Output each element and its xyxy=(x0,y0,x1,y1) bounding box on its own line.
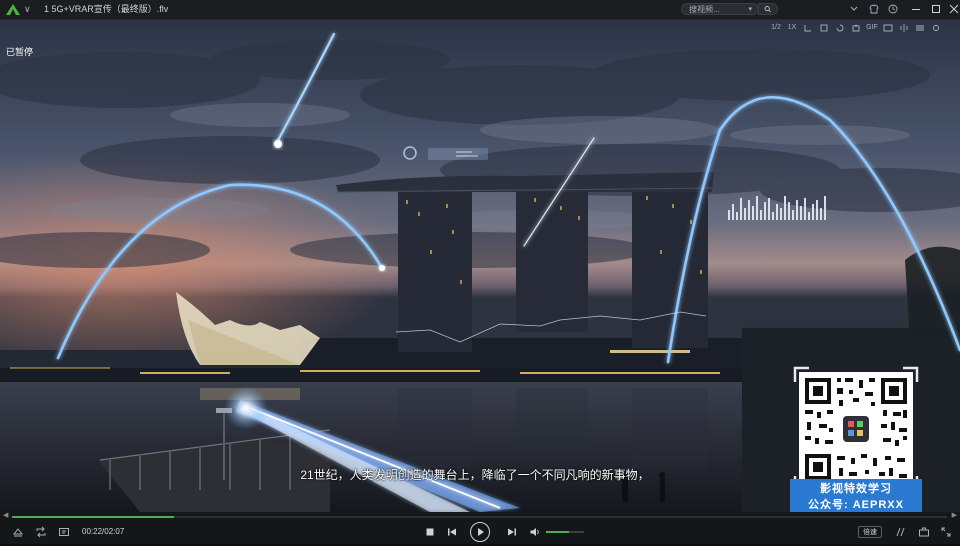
paused-indicator: 已暂停 xyxy=(6,47,34,57)
shirt-icon[interactable] xyxy=(868,3,880,15)
maximize-icon[interactable] xyxy=(930,3,942,15)
mirror-icon[interactable] xyxy=(896,22,912,34)
history-icon[interactable] xyxy=(887,3,899,15)
stop-icon[interactable] xyxy=(424,526,436,538)
crop-icon[interactable] xyxy=(800,22,816,34)
seek-bar[interactable]: ◀ ▶ xyxy=(0,512,960,520)
rotate-icon[interactable] xyxy=(832,22,848,34)
search-placeholder: 搜视频... xyxy=(689,5,720,14)
toolstrip-speed-1x[interactable]: 1X xyxy=(784,22,800,34)
promo-banner: 影视特效学习 公众号: AEPRXX xyxy=(790,479,922,512)
vr-icon[interactable] xyxy=(895,526,907,538)
previous-icon[interactable] xyxy=(446,526,458,538)
down-arrow-icon[interactable] xyxy=(848,3,860,15)
search-input[interactable]: 搜视频... ▾ xyxy=(681,3,759,15)
screenshot-icon[interactable] xyxy=(848,22,864,34)
title-bar: ∨ 1 5G+VRAR宣传（最终版）.flv 搜视频... ▾ xyxy=(0,0,960,20)
play-button[interactable] xyxy=(470,522,490,542)
open-file-icon[interactable] xyxy=(12,526,24,538)
search-button[interactable] xyxy=(758,3,778,15)
toolstrip-gif[interactable]: GIF xyxy=(864,22,880,34)
subtitle-icon[interactable] xyxy=(880,22,896,34)
next-icon[interactable] xyxy=(506,526,518,538)
seek-forward-icon[interactable]: ▶ xyxy=(952,512,957,520)
volume-level xyxy=(546,531,569,533)
play-icon xyxy=(478,528,484,536)
app-logo-icon[interactable] xyxy=(5,3,21,16)
volume-slider[interactable] xyxy=(546,531,584,533)
control-bar: 00:22/02:07 倍速 xyxy=(0,520,960,544)
promo-line-1: 影视特效学习 xyxy=(820,483,892,495)
toolbox-icon[interactable] xyxy=(918,526,930,538)
minimize-icon[interactable] xyxy=(910,3,922,15)
video-frame[interactable]: 影视特效学习 公众号: AEPRXX xyxy=(0,20,960,512)
list-icon[interactable] xyxy=(912,22,928,34)
subtitle-text: 21世纪，人类发明创造的舞台上，降临了一个不同凡响的新事物， xyxy=(300,468,650,482)
window-title: 1 5G+VRAR宣传（最终版）.flv xyxy=(44,4,169,14)
frame-icon[interactable] xyxy=(816,22,832,34)
settings-icon[interactable] xyxy=(928,22,944,34)
toolstrip-half-size[interactable]: 1/2 xyxy=(768,22,784,34)
video-toolstrip: 1/2 1X GIF xyxy=(768,22,944,34)
seek-track[interactable] xyxy=(12,516,947,518)
promo-line-2: 公众号: AEPRXX xyxy=(808,499,904,511)
seek-back-icon[interactable]: ◀ xyxy=(3,512,8,520)
loop-icon[interactable] xyxy=(35,526,47,538)
close-icon[interactable] xyxy=(948,3,960,15)
volume-icon[interactable] xyxy=(529,526,541,538)
speed-button[interactable]: 倍速 xyxy=(858,526,882,538)
search-dropdown-icon[interactable]: ▾ xyxy=(748,4,752,16)
time-display: 00:22/02:07 xyxy=(82,527,125,536)
fullscreen-icon[interactable] xyxy=(940,526,952,538)
seek-progress xyxy=(12,516,174,518)
playlist-icon[interactable] xyxy=(58,526,70,538)
main-menu-arrow-icon[interactable]: ∨ xyxy=(24,3,31,15)
